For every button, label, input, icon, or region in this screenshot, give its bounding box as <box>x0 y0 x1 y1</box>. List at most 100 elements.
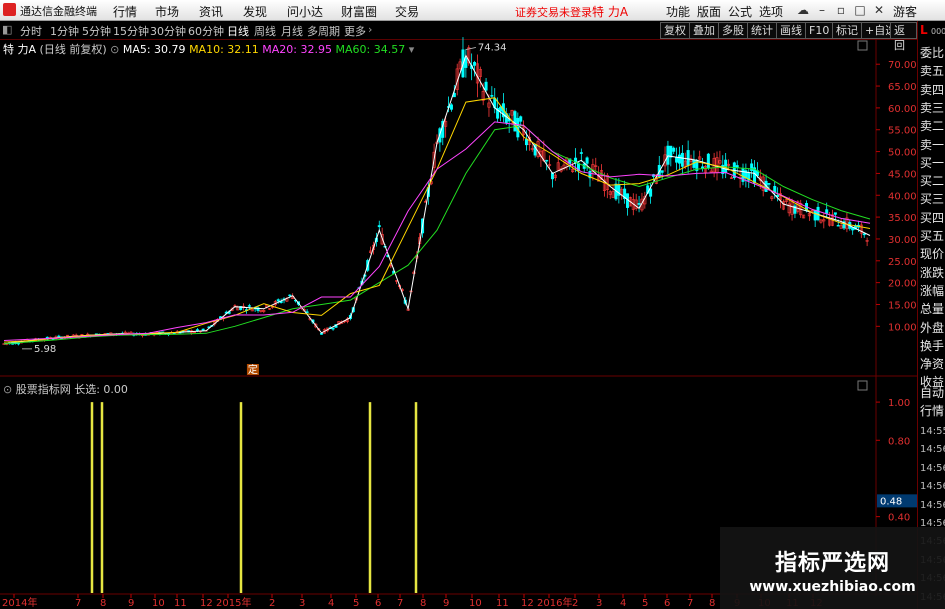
watermark-title: 指标严选网 <box>774 551 890 576</box>
candle-body <box>724 159 728 173</box>
candle-body <box>484 81 488 91</box>
quote-field-bid3: 买三 <box>920 192 945 207</box>
time-axis-label: 10 <box>469 598 482 609</box>
menu-function[interactable]: 功能 <box>666 3 690 20</box>
quote-field-bid2: 买二 <box>920 174 945 189</box>
time-axis-label: 4 <box>328 598 334 609</box>
quote-link[interactable]: 行情 <box>920 403 945 420</box>
menu-trade[interactable]: 交易 <box>395 3 419 20</box>
candle-body <box>666 145 670 165</box>
menu-fortune-circle[interactable]: 财富圈 <box>341 3 377 20</box>
kline-chart[interactable]: 74.345.98定 70.0065.0060.0055.0050.0045.0… <box>0 21 917 609</box>
quote-field-ask3: 卖三 <box>920 100 945 115</box>
quote-field-bid4: 买四 <box>920 210 945 225</box>
close-icon[interactable]: ✕ <box>871 2 887 18</box>
candle-body <box>680 152 684 167</box>
stock-name-label: 特 力A <box>3 43 37 56</box>
tick-time: 14:55 <box>920 426 945 437</box>
auto-refresh-toggle[interactable]: 自动 <box>920 385 945 402</box>
candle-body <box>499 106 503 112</box>
time-axis-label: 2014年 <box>2 596 37 609</box>
menu-quotes[interactable]: 行情 <box>113 3 137 20</box>
price-axis-label: 70.00 <box>888 60 917 71</box>
quote-field-turnover: 换手 <box>920 338 945 353</box>
time-axis-label: 6 <box>375 598 381 609</box>
price-axis-label: 25.00 <box>888 257 917 268</box>
time-axis-label: 5 <box>353 598 359 609</box>
stock-title: 特 力A <box>592 5 629 19</box>
level-badge: L <box>920 23 928 37</box>
price-axis-label: 10.00 <box>888 322 917 333</box>
ma60-label: MA60: 34.57 <box>335 43 406 56</box>
candle-body <box>579 152 583 154</box>
candle-body <box>637 203 641 205</box>
ma10-label: MA10: 32.11 <box>189 43 259 56</box>
quote-field-ask5: 卖五 <box>920 64 945 79</box>
candle-body <box>773 186 777 193</box>
menu-xiaoda[interactable]: 问小达 <box>287 3 323 20</box>
candle-body <box>201 328 205 331</box>
indicator-axis-label: 0.40 <box>888 513 910 524</box>
candle-body <box>545 160 549 162</box>
candle-body <box>524 139 528 146</box>
menu-news[interactable]: 资讯 <box>199 3 223 20</box>
tick-time: 14:56 <box>920 462 945 474</box>
price-axis-label: 20.00 <box>888 279 917 290</box>
time-axis-label: 10 <box>152 598 165 609</box>
menu-layout[interactable]: 版面 <box>697 3 721 20</box>
quote-field-change-pct: 涨幅 <box>920 283 945 298</box>
time-axis-label: 5 <box>642 598 648 609</box>
candle-body <box>686 150 690 166</box>
candle-body <box>513 111 517 132</box>
guest-label[interactable]: 游客 <box>893 3 917 20</box>
maximize-icon[interactable]: □ <box>852 2 868 18</box>
trade-login-status[interactable]: 证券交易未登录 <box>515 4 592 20</box>
restore-icon[interactable]: ▫ <box>833 2 849 18</box>
time-axis-label: 9 <box>128 598 134 609</box>
indicator-axis-label: 1.00 <box>888 398 910 409</box>
ma-settings-icon[interactable]: ▾ <box>409 43 415 56</box>
time-axis-label: 2 <box>572 598 578 609</box>
cloud-icon[interactable]: ☁ <box>795 2 811 18</box>
time-axis-label: 8 <box>100 598 106 609</box>
indicator-axis-label: 0.80 <box>888 436 910 447</box>
candle-body <box>750 163 754 171</box>
stock-code-hint: 000 <box>931 27 945 36</box>
candle-body <box>767 183 771 185</box>
time-axis-label: 2015年 <box>216 596 251 609</box>
tick-time: 14:56 <box>920 499 945 511</box>
quote-field-bid1: 买一 <box>920 155 945 170</box>
price-axis-label: 45.00 <box>888 169 917 180</box>
quote-field-last-price: 现价 <box>920 247 945 262</box>
ma20-label: MA20: 32.95 <box>262 43 332 56</box>
candle-body <box>833 212 837 215</box>
time-axis-label: 12 <box>200 598 213 609</box>
indicator-series-name: 长选 <box>74 383 97 396</box>
collapse-icon[interactable]: ⊙ <box>110 43 119 56</box>
candle-body <box>519 116 523 122</box>
price-axis-label: 40.00 <box>888 191 917 202</box>
indicator-current-value: 0.48 <box>880 496 902 507</box>
time-axis-label: 6 <box>664 598 670 609</box>
price-axis-label: 35.00 <box>888 213 917 224</box>
menu-market[interactable]: 市场 <box>155 3 179 20</box>
price-axis-label: 65.00 <box>888 82 917 93</box>
menu-discover[interactable]: 发现 <box>243 3 267 20</box>
app-title: 通达信金融终端 <box>20 5 97 18</box>
menu-formula[interactable]: 公式 <box>728 3 752 20</box>
minimize-icon[interactable]: – <box>814 2 830 18</box>
low-price-label: 5.98 <box>34 344 56 355</box>
ma-line-ma60 <box>3 124 871 345</box>
time-axis-label: 8 <box>420 598 426 609</box>
time-axis-label: 3 <box>299 598 305 609</box>
candle-body <box>473 62 477 66</box>
indicator-settings-icon[interactable]: ⊙ <box>3 383 12 396</box>
watermark: 指标严选网 www.xuezhibiao.com <box>720 527 945 609</box>
menu-options[interactable]: 选项 <box>759 3 783 20</box>
time-axis-label: 8 <box>709 598 715 609</box>
candle-body <box>677 154 681 164</box>
time-axis-label: 2016年 <box>537 596 572 609</box>
quote-field-ask4: 卖四 <box>920 82 945 97</box>
indicator-name[interactable]: 股票指标网 <box>16 383 71 396</box>
quote-field-ask2: 卖二 <box>920 119 945 134</box>
